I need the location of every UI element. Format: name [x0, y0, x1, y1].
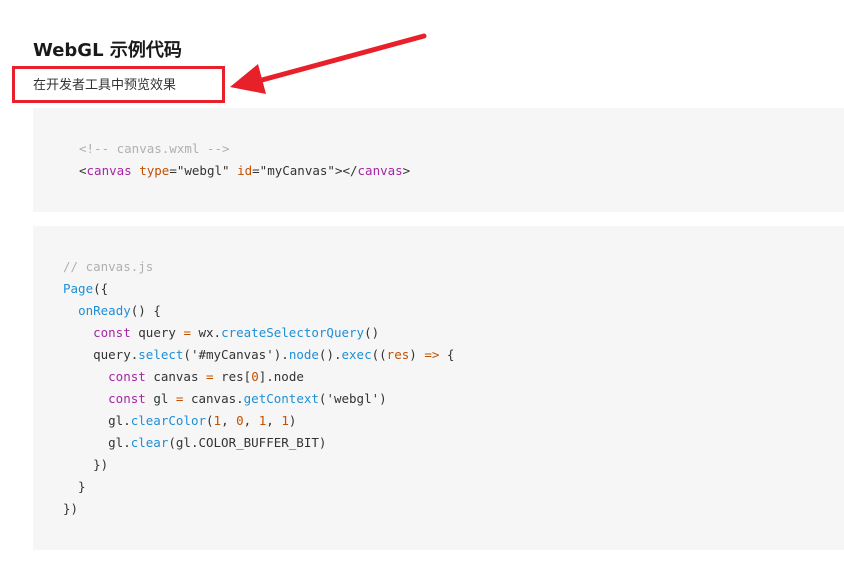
- code-token: 1: [213, 413, 222, 428]
- code-token: const: [108, 391, 146, 406]
- code-token: }): [63, 501, 79, 516]
- code-token: >: [402, 163, 411, 178]
- code-line: query.select('#myCanvas').node().exec((r…: [63, 344, 844, 366]
- code-line: }): [63, 498, 844, 520]
- code-token: 0: [251, 369, 259, 384]
- code-token: =: [183, 325, 191, 340]
- code-line: const query = wx.createSelectorQuery(): [63, 322, 844, 344]
- code-token: Page: [63, 281, 94, 296]
- code-token: ): [409, 347, 425, 362]
- code-token: <!-- canvas.wxml -->: [79, 141, 230, 156]
- code-line: onReady() {: [63, 300, 844, 322]
- code-token: ></: [334, 163, 358, 178]
- code-token: onReady: [78, 303, 131, 318]
- code-token: gl: [145, 391, 176, 406]
- code-line: <!-- canvas.wxml -->: [79, 138, 844, 160]
- code-token: }): [63, 457, 109, 472]
- code-token: }: [63, 479, 86, 494]
- code-line: const gl = canvas.getContext('webgl'): [63, 388, 844, 410]
- code-token: <: [79, 163, 87, 178]
- code-token: =: [252, 163, 260, 178]
- code-token: canvas: [145, 369, 207, 384]
- code-token: // canvas.js: [63, 259, 154, 274]
- code-token: (): [364, 325, 380, 340]
- code-line: gl.clearColor(1, 0, 1, 1): [63, 410, 844, 432]
- code-token: query.: [63, 347, 139, 362]
- code-token: {: [439, 347, 455, 362]
- code-token: (: [206, 413, 214, 428]
- code-token: (gl.COLOR_BUFFER_BIT): [168, 435, 327, 450]
- code-token: ): [379, 391, 387, 406]
- code-line: }: [63, 476, 844, 498]
- code-token: ,: [266, 413, 282, 428]
- code-block-js[interactable]: // canvas.js Page({ onReady() { const que…: [33, 226, 844, 550]
- code-token: canvas.: [183, 391, 244, 406]
- code-token: () {: [130, 303, 161, 318]
- code-block-wxml[interactable]: <!-- canvas.wxml --> <canvas type="webgl"…: [33, 108, 844, 212]
- code-token: res[: [213, 369, 252, 384]
- code-token: wx.: [190, 325, 222, 340]
- code-token: exec: [341, 347, 372, 362]
- doc-page: WebGL 示例代码 在开发者工具中预览效果 <!-- canvas.wxml …: [0, 0, 844, 577]
- code-line: gl.clear(gl.COLOR_BUFFER_BIT): [63, 432, 844, 454]
- code-token: res: [386, 347, 410, 362]
- code-line: // canvas.js: [63, 256, 844, 278]
- code-token: ,: [221, 413, 237, 428]
- code-token: ((: [371, 347, 387, 362]
- code-token: gl.: [63, 435, 131, 450]
- code-token: const: [108, 369, 146, 384]
- code-token: const: [93, 325, 131, 340]
- code-token: select: [138, 347, 184, 362]
- code-token: 1: [281, 413, 289, 428]
- code-token: '#myCanvas': [190, 347, 274, 362]
- annotation-highlight-box: [12, 66, 225, 103]
- code-token: gl.: [63, 413, 131, 428]
- code-token: type: [139, 163, 170, 178]
- code-line: const canvas = res[0].node: [63, 366, 844, 388]
- code-token: =: [169, 163, 177, 178]
- code-token: 0: [236, 413, 244, 428]
- code-token: ,: [243, 413, 259, 428]
- code-line: Page({: [63, 278, 844, 300]
- code-token: query: [130, 325, 184, 340]
- code-token: 'webgl': [326, 391, 380, 406]
- code-token: "webgl": [176, 163, 230, 178]
- code-token: "myCanvas": [259, 163, 335, 178]
- code-token: clear: [130, 435, 169, 450]
- code-token: node: [288, 347, 319, 362]
- code-token: =>: [424, 347, 440, 362]
- code-line: <canvas type="webgl" id="myCanvas"></can…: [79, 160, 844, 182]
- code-token: getContext: [243, 391, 319, 406]
- code-token: (: [183, 347, 191, 362]
- code-token: =: [206, 369, 214, 384]
- code-token: ().: [318, 347, 342, 362]
- code-token: ].node: [258, 369, 304, 384]
- section-title: WebGL 示例代码: [33, 40, 182, 61]
- code-token: ({: [93, 281, 109, 296]
- code-token: clearColor: [130, 413, 206, 428]
- code-token: canvas: [86, 163, 132, 178]
- code-token: canvas: [357, 163, 403, 178]
- code-token: createSelectorQuery: [221, 325, 365, 340]
- code-token: ): [288, 413, 297, 428]
- code-line: }): [63, 454, 844, 476]
- code-token: ).: [273, 347, 289, 362]
- code-token: id: [237, 163, 253, 178]
